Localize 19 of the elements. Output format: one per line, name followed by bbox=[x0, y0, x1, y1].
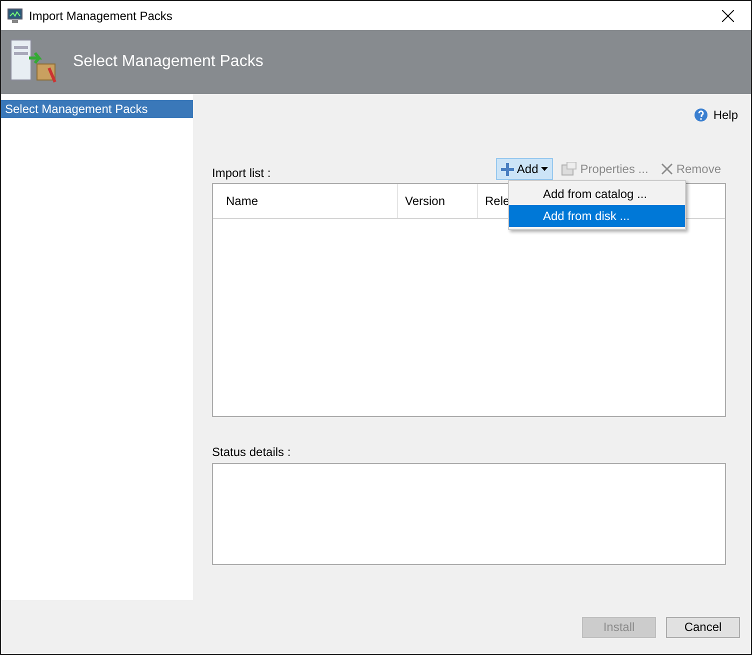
import-list-label: Import list : bbox=[212, 166, 271, 180]
status-details-label: Status details : bbox=[212, 445, 292, 459]
menu-item[interactable]: Add from disk ... bbox=[509, 205, 685, 227]
help-icon bbox=[694, 108, 708, 122]
window-title: Import Management Packs bbox=[29, 8, 174, 22]
header-title: Select Management Packs bbox=[73, 53, 264, 71]
plus-icon bbox=[500, 162, 514, 176]
add-button[interactable]: Add bbox=[496, 158, 554, 180]
properties-icon bbox=[561, 162, 578, 176]
close-icon bbox=[722, 10, 734, 22]
cancel-button[interactable]: Cancel bbox=[666, 616, 740, 638]
close-icon bbox=[661, 163, 674, 175]
sidebar-item[interactable]: Select Management Packs bbox=[1, 100, 193, 118]
column-header[interactable]: Name bbox=[213, 184, 398, 218]
help-link[interactable]: Help bbox=[694, 108, 738, 122]
caret-icon bbox=[541, 167, 548, 171]
column-header[interactable]: Version bbox=[398, 184, 478, 218]
monitor-icon bbox=[7, 8, 23, 24]
column-header[interactable]: Rele bbox=[478, 184, 538, 218]
